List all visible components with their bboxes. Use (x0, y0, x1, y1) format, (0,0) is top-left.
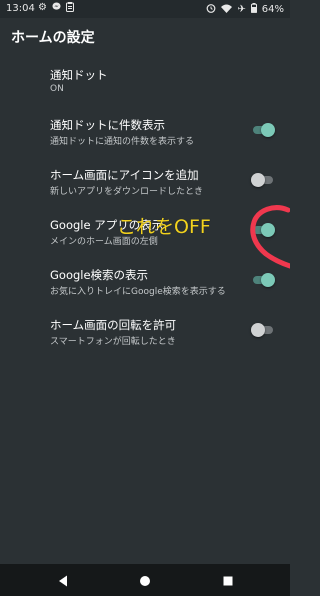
airplane-icon: ✈ (237, 4, 246, 15)
setting-title: Google検索の表示 (50, 268, 149, 282)
status-time: 13:04 (6, 3, 35, 14)
setting-title: 通知ドット (50, 68, 108, 82)
setting-notification-count[interactable]: 通知ドットに件数表示 通知ドットに通知の件数を表示する (0, 108, 290, 158)
messenger-icon (52, 2, 61, 15)
toggle-switch[interactable] (251, 173, 274, 187)
toggle-switch[interactable] (251, 323, 274, 337)
navigation-bar (0, 564, 290, 596)
wifi-icon (221, 4, 233, 16)
alarm-icon (206, 3, 216, 16)
gear-icon: ⚙ (38, 2, 47, 13)
annotation-text: これをOFF (117, 216, 211, 238)
toggle-switch[interactable] (252, 123, 275, 137)
toggle-switch[interactable] (252, 273, 275, 287)
page-title: ホームの設定 (11, 30, 95, 46)
setting-title: ホーム画面にアイコンを追加 (50, 168, 199, 182)
recents-icon[interactable] (221, 573, 235, 587)
app-bar: ホームの設定 (0, 18, 290, 58)
battery-percent: 64% (261, 4, 284, 15)
setting-subtitle: お気に入りトレイにGoogle検索を表示する (50, 287, 226, 297)
setting-subtitle: 通知ドットに通知の件数を表示する (50, 137, 195, 147)
setting-subtitle: ON (50, 84, 64, 94)
setting-subtitle: スマートフォンが回転したとき (50, 337, 176, 347)
setting-title: 通知ドットに件数表示 (50, 118, 165, 132)
battery-icon (250, 3, 257, 16)
annotation-circle-mark (250, 205, 290, 269)
clipboard-icon (65, 2, 74, 15)
home-icon[interactable] (138, 573, 152, 587)
setting-home-rotation[interactable]: ホーム画面の回転を許可 スマートフォンが回転したとき (0, 308, 290, 358)
setting-title: ホーム画面の回転を許可 (50, 318, 177, 332)
back-icon[interactable] (56, 573, 70, 587)
setting-notification-dots[interactable]: 通知ドット ON (0, 58, 290, 108)
setting-subtitle: 新しいアプリをダウンロードしたとき (50, 187, 204, 197)
status-bar: 13:04 ⚙ ✈ 64% (0, 0, 290, 18)
